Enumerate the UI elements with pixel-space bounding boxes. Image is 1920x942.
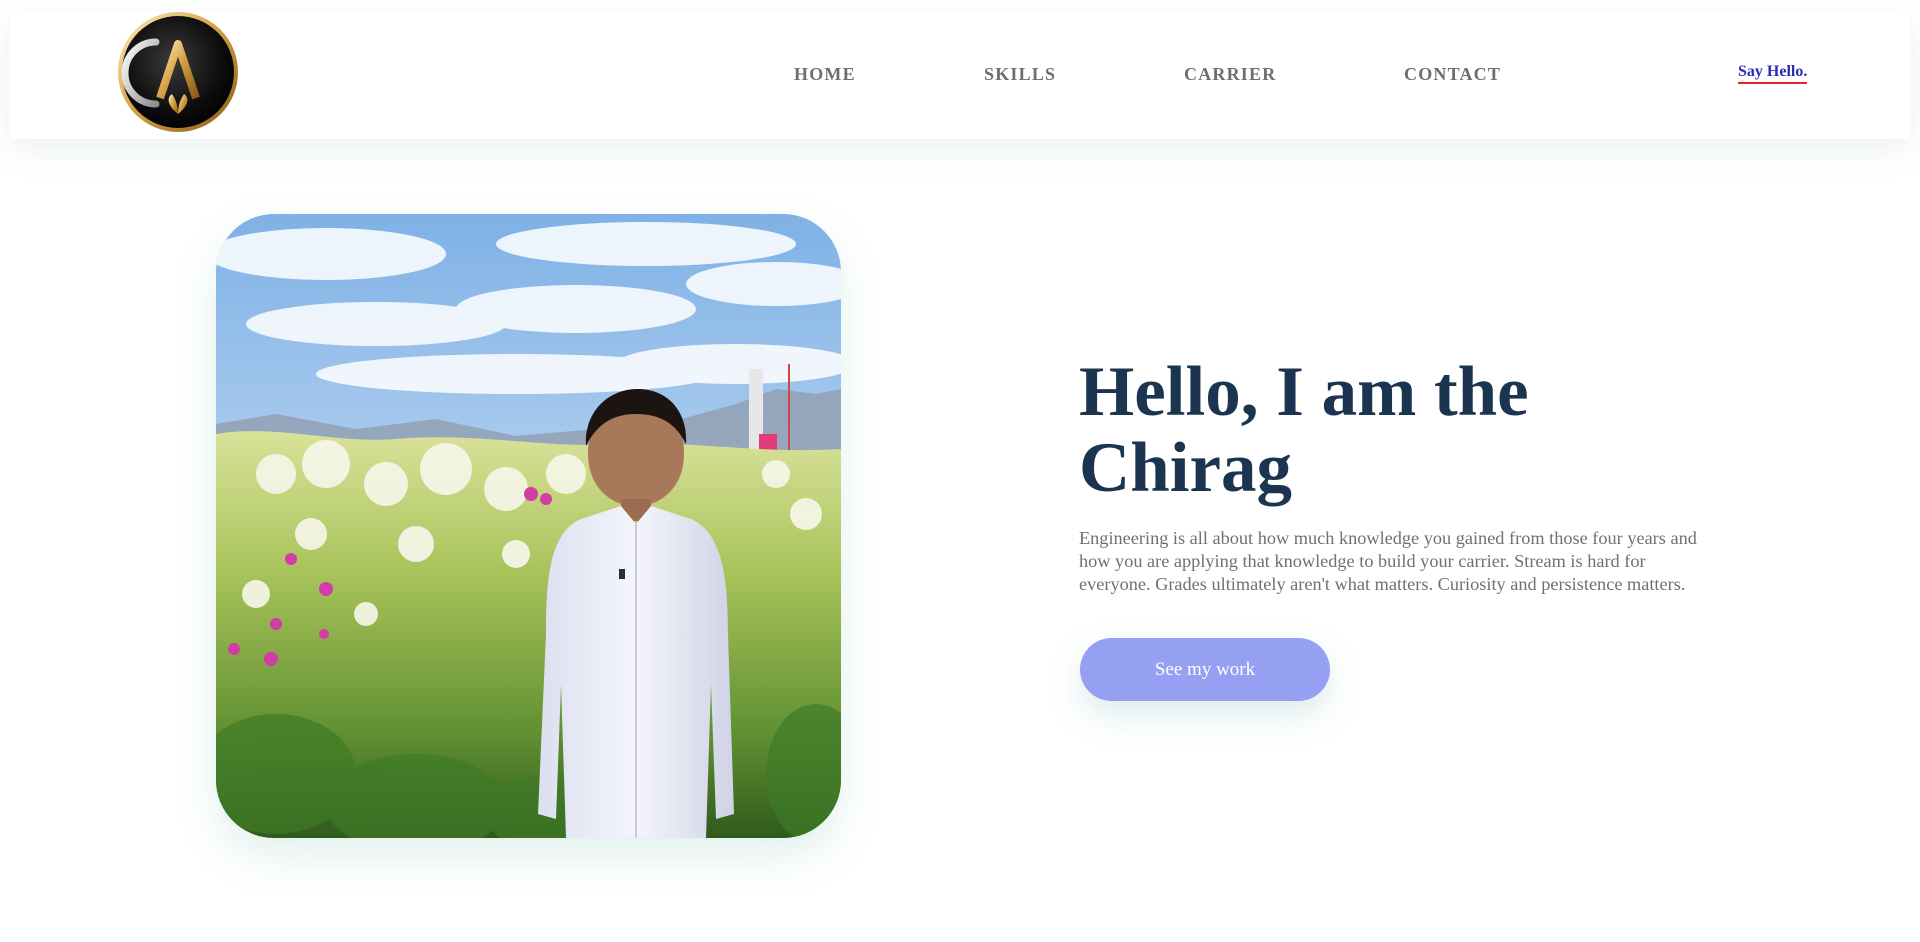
nav-carrier-link[interactable]: CARRIER [1184, 64, 1276, 85]
nav-contact-link[interactable]: CONTACT [1404, 64, 1501, 85]
hero-title: Hello, I am the Chirag [1079, 353, 1529, 507]
logo-emblem-icon [118, 12, 238, 132]
see-my-work-button[interactable]: See my work [1080, 638, 1330, 701]
site-header: HOME SKILLS CARRIER CONTACT Say Hello. [10, 10, 1910, 139]
profile-photo [216, 214, 841, 838]
nav-home-link[interactable]: HOME [794, 64, 856, 85]
site-logo[interactable] [116, 10, 240, 134]
say-hello-link[interactable]: Say Hello. [1738, 63, 1808, 84]
nav-skills-link[interactable]: SKILLS [984, 64, 1056, 85]
profile-photo-image [216, 214, 841, 838]
hero-description: Engineering is all about how much knowle… [1079, 528, 1697, 594]
page: HOME SKILLS CARRIER CONTACT Say Hello. H… [0, 0, 1920, 942]
